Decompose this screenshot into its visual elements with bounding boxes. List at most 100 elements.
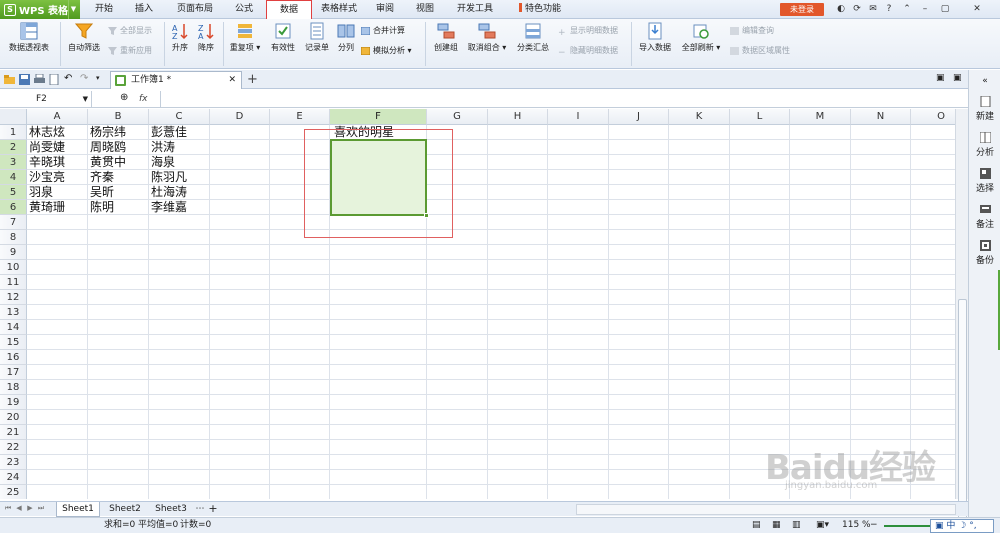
row-header-17[interactable]: 17 bbox=[0, 365, 27, 380]
zoom-search-icon[interactable]: ⊕ bbox=[120, 92, 128, 103]
cell-b6[interactable]: 陈明 bbox=[88, 200, 149, 215]
menu-developer[interactable]: 开发工具 bbox=[450, 0, 500, 19]
cell-c5[interactable]: 杜海涛 bbox=[149, 185, 210, 200]
cell-c4[interactable]: 陈羽凡 bbox=[149, 170, 210, 185]
row-header-10[interactable]: 10 bbox=[0, 260, 27, 275]
show-detail-button[interactable]: + 显示明细数据 bbox=[558, 25, 618, 37]
row-header-6[interactable]: 6 bbox=[0, 200, 27, 215]
cell-c1[interactable]: 彭薏佳 bbox=[149, 125, 210, 140]
cell-b5[interactable]: 吴昕 bbox=[88, 185, 149, 200]
row-header-12[interactable]: 12 bbox=[0, 290, 27, 305]
menu-view[interactable]: 视图 bbox=[408, 0, 442, 19]
help-icon[interactable]: ? bbox=[882, 2, 896, 16]
record-form-button[interactable]: 记录单 bbox=[302, 19, 332, 53]
sheet-tab-sheet3[interactable]: Sheet3 bbox=[150, 502, 192, 517]
reapply-button[interactable]: 重新应用 bbox=[108, 45, 152, 57]
select-all-corner[interactable] bbox=[0, 109, 27, 125]
row-header-14[interactable]: 14 bbox=[0, 320, 27, 335]
data-range-props-button[interactable]: 数据区域属性 bbox=[730, 45, 790, 57]
cell-b1[interactable]: 杨宗纬 bbox=[88, 125, 149, 140]
page-break-view-icon[interactable]: ▥ bbox=[792, 518, 801, 533]
row-header-4[interactable]: 4 bbox=[0, 170, 27, 185]
column-header-l[interactable]: L bbox=[730, 109, 790, 125]
row-header-15[interactable]: 15 bbox=[0, 335, 27, 350]
sidebar-item-note[interactable]: 备注 bbox=[969, 204, 1000, 230]
row-header-11[interactable]: 11 bbox=[0, 275, 27, 290]
sync-icon[interactable]: ⟳ bbox=[850, 2, 864, 16]
row-header-13[interactable]: 13 bbox=[0, 305, 27, 320]
column-header-d[interactable]: D bbox=[210, 109, 270, 125]
more-sheets-icon[interactable]: ⋯ bbox=[194, 502, 206, 517]
zoom-out-icon[interactable]: − bbox=[870, 518, 878, 533]
document-tab[interactable]: 工作簿1 * ✕ bbox=[110, 71, 242, 89]
column-header-e[interactable]: E bbox=[270, 109, 330, 125]
column-header-i[interactable]: I bbox=[548, 109, 609, 125]
menu-page-layout[interactable]: 页面布局 bbox=[170, 0, 220, 19]
cell-c2[interactable]: 洪涛 bbox=[149, 140, 210, 155]
ungroup-button[interactable]: 取消组合 ▾ bbox=[464, 19, 510, 53]
cell-a4[interactable]: 沙宝亮 bbox=[27, 170, 88, 185]
login-button[interactable]: 未登录 bbox=[780, 3, 824, 16]
duplicates-button[interactable]: 重复项 ▾ bbox=[226, 19, 264, 53]
zoom-level[interactable]: 115 % bbox=[842, 518, 871, 533]
close-tab-icon[interactable]: ✕ bbox=[228, 72, 236, 89]
column-header-n[interactable]: N bbox=[851, 109, 911, 125]
close-doc-icon[interactable]: ▣ bbox=[953, 73, 964, 84]
skin-icon[interactable]: ◐ bbox=[834, 2, 848, 16]
sort-asc-button[interactable]: AZ 升序 bbox=[168, 19, 192, 53]
refresh-all-button[interactable]: 全部刷新 ▾ bbox=[678, 19, 724, 53]
autofilter-button[interactable]: 自动筛选 bbox=[64, 19, 104, 53]
sidebar-item-select[interactable]: 选择 bbox=[969, 168, 1000, 194]
cell-a2[interactable]: 尚雯婕 bbox=[27, 140, 88, 155]
menu-formula[interactable]: 公式 bbox=[226, 0, 262, 19]
vertical-scroll-thumb[interactable] bbox=[958, 299, 967, 533]
column-header-h[interactable]: H bbox=[488, 109, 548, 125]
split-column-button[interactable]: 分列 bbox=[334, 19, 358, 53]
cell-b3[interactable]: 黄贯中 bbox=[88, 155, 149, 170]
ribbon-collapse-icon[interactable]: ⌃ bbox=[900, 2, 914, 16]
add-sheet-button[interactable]: + bbox=[207, 502, 219, 517]
subtotal-button[interactable]: 分类汇总 bbox=[514, 19, 552, 53]
page-layout-view-icon[interactable]: ▦ bbox=[772, 518, 781, 533]
row-header-19[interactable]: 19 bbox=[0, 395, 27, 410]
close-icon[interactable]: ✕ bbox=[962, 2, 992, 16]
row-header-22[interactable]: 22 bbox=[0, 440, 27, 455]
cell-a5[interactable]: 羽泉 bbox=[27, 185, 88, 200]
restore-window-icon[interactable]: ▣ bbox=[936, 73, 947, 84]
hide-detail-button[interactable]: − 隐藏明细数据 bbox=[558, 45, 618, 57]
validity-button[interactable]: 有效性 bbox=[268, 19, 298, 53]
row-header-21[interactable]: 21 bbox=[0, 425, 27, 440]
full-screen-icon[interactable]: ▣▾ bbox=[816, 518, 829, 533]
row-header-23[interactable]: 23 bbox=[0, 455, 27, 470]
column-header-c[interactable]: C bbox=[149, 109, 210, 125]
consolidate-button[interactable]: 合并计算 bbox=[361, 25, 405, 37]
column-header-j[interactable]: J bbox=[609, 109, 669, 125]
cell-a6[interactable]: 黄琦珊 bbox=[27, 200, 88, 215]
column-header-k[interactable]: K bbox=[669, 109, 730, 125]
maximize-icon[interactable]: ▢ bbox=[938, 2, 952, 16]
row-header-7[interactable]: 7 bbox=[0, 215, 27, 230]
normal-view-icon[interactable]: ▤ bbox=[752, 518, 761, 533]
prev-sheet-icon[interactable]: ◀ bbox=[15, 504, 23, 515]
row-header-5[interactable]: 5 bbox=[0, 185, 27, 200]
menu-review[interactable]: 审阅 bbox=[368, 0, 402, 19]
row-header-20[interactable]: 20 bbox=[0, 410, 27, 425]
sheet-tab-sheet1[interactable]: Sheet1 bbox=[56, 502, 100, 517]
horizontal-scrollbar[interactable] bbox=[576, 504, 956, 515]
undo-icon[interactable]: ↶ bbox=[64, 73, 75, 84]
cell-a3[interactable]: 辛晓琪 bbox=[27, 155, 88, 170]
sort-desc-button[interactable]: ZA 降序 bbox=[194, 19, 218, 53]
new-tab-button[interactable]: + bbox=[247, 72, 258, 87]
edit-query-button[interactable]: 编辑查询 bbox=[730, 25, 774, 37]
create-group-button[interactable]: 创建组 bbox=[430, 19, 462, 53]
save-icon[interactable] bbox=[19, 74, 30, 85]
column-header-g[interactable]: G bbox=[427, 109, 488, 125]
name-box[interactable]: F2 ▼ bbox=[0, 91, 92, 107]
feedback-icon[interactable]: ✉ bbox=[866, 2, 880, 16]
cell-a1[interactable]: 林志炫 bbox=[27, 125, 88, 140]
sidebar-item-backup[interactable]: 备份 bbox=[969, 240, 1000, 266]
show-all-button[interactable]: 全部显示 bbox=[108, 25, 152, 37]
first-sheet-icon[interactable]: ⏮ bbox=[4, 504, 12, 515]
vertical-scrollbar[interactable] bbox=[955, 109, 968, 533]
simulate-button[interactable]: 模拟分析 ▾ bbox=[361, 45, 412, 57]
